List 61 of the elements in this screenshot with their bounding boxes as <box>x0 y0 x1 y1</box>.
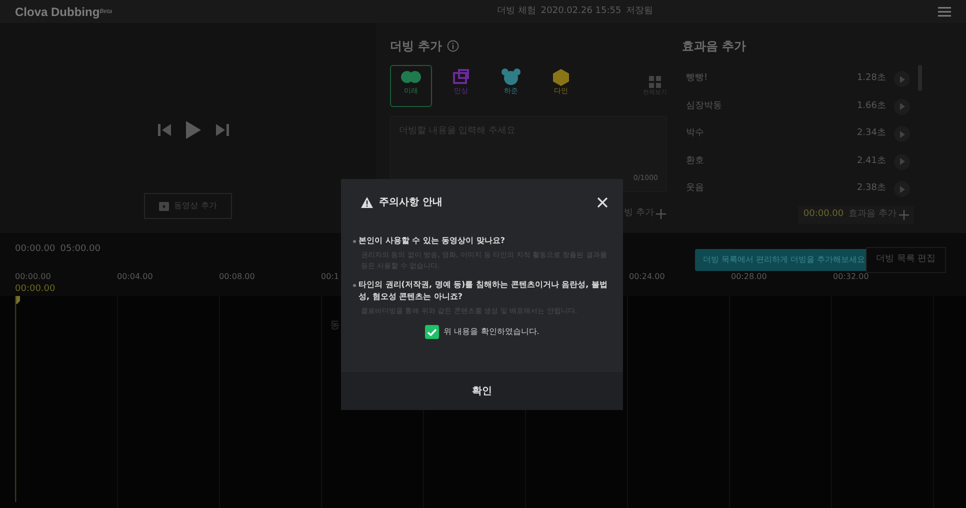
play-icon <box>900 76 904 83</box>
tick-label: 00:08.00 <box>219 270 256 282</box>
warning-icon <box>361 196 373 208</box>
effect-name: 빵빵! <box>686 72 709 86</box>
app-logo: Clova Dubbing$^{Beta}$ <box>15 4 112 21</box>
menu-icon[interactable] <box>938 6 951 18</box>
play-icon <box>900 130 904 138</box>
plus-icon <box>899 210 909 220</box>
close-icon[interactable] <box>597 196 608 208</box>
effect-name: 심장박동 <box>686 100 723 113</box>
tooltip-text: 더빙 목록에서 편리하게 더빙을 추가해보세요 <box>703 254 866 266</box>
video-icon <box>159 202 170 211</box>
edit-list-button[interactable]: 더빙 목록 편집 <box>866 247 946 272</box>
effect-name: 환호 <box>686 154 705 168</box>
confirm-button[interactable]: 확인 <box>341 372 623 410</box>
question-text: 타인의 권리(저작권, 명예 등)를 침해하는 콘텐츠이거나 음란성, 불법성, 혐오성 콘텐츠는 아니죠? <box>358 279 608 303</box>
playhead-marker[interactable] <box>15 296 20 502</box>
plus-icon <box>656 208 666 219</box>
tick-label: 00:28.00 <box>731 270 768 282</box>
effect-play-button[interactable] <box>894 98 910 115</box>
date-time: 2020.02.26 15:55 <box>540 4 622 18</box>
check-icon <box>426 328 437 336</box>
effect-time: 00:00.00 <box>803 208 844 222</box>
dialog-title: 주의사항 안내 <box>379 196 442 210</box>
tick-label: 00:04.00 <box>117 270 154 282</box>
play-icon[interactable] <box>186 121 200 140</box>
effect-duration: 1.28초 <box>856 72 886 86</box>
tick-label: 00:32.00 <box>833 270 870 282</box>
info-icon[interactable] <box>447 40 460 52</box>
frame-icon <box>451 68 471 86</box>
effect-duration: 2.38초 <box>856 182 886 196</box>
effect-play-button[interactable] <box>894 71 910 88</box>
effect-duration: 2.34초 <box>856 127 886 140</box>
hexagon-icon <box>551 68 571 86</box>
effect-name: 웃음 <box>686 182 705 196</box>
tick-label: 00:00.00 <box>15 270 52 282</box>
mode-label: 더빙 체험 <box>497 4 536 18</box>
play-icon <box>900 103 904 110</box>
current-time: 00:00.00 <box>15 243 56 256</box>
save-status: 저장됨 <box>626 4 654 18</box>
question-text: 본인이 사용할 수 있는 동영상이 맞나요? <box>358 235 506 247</box>
effect-play-button[interactable] <box>894 181 910 198</box>
tick-label: 00:24.00 <box>629 270 666 282</box>
grid-icon <box>649 76 661 88</box>
tick-label: 00:1 <box>321 270 340 282</box>
previous-icon[interactable] <box>158 123 170 138</box>
playhead-time: 00:00.00 <box>15 282 56 296</box>
checkbox[interactable] <box>424 324 439 338</box>
effect-name: 박수 <box>686 127 705 140</box>
section-title: 효과음 추가 <box>682 38 748 56</box>
play-icon <box>900 158 904 166</box>
total-time: 05:00.00 <box>60 243 100 256</box>
effect-play-button[interactable] <box>894 154 910 170</box>
effect-duration: 2.41초 <box>856 154 886 168</box>
effect-play-button[interactable] <box>894 126 910 142</box>
next-icon[interactable] <box>216 123 228 138</box>
play-icon <box>900 186 904 193</box>
checkbox-label: 위 내용을 확인하였습니다. <box>444 326 540 338</box>
bear-icon <box>501 68 521 86</box>
effect-duration: 1.66초 <box>856 100 886 113</box>
section-title: 더빙 추가 <box>390 38 442 56</box>
